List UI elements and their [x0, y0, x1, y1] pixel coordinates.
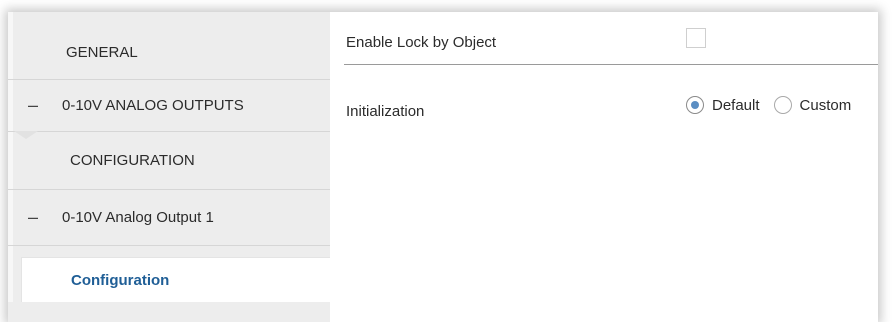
radio-default-label: Default — [712, 96, 760, 114]
initialization-label: Initialization — [346, 103, 425, 120]
radio-default[interactable] — [686, 96, 704, 114]
sidebar-item-analog-outputs[interactable]: – 0-10V ANALOG OUTPUTS — [8, 80, 330, 132]
radio-option-default[interactable]: Default — [686, 96, 760, 114]
collapse-icon[interactable]: – — [28, 207, 38, 228]
sidebar-item-label: CONFIGURATION — [70, 152, 195, 169]
screenshot-frame: GENERAL – 0-10V ANALOG OUTPUTS CONFIGURA… — [0, 0, 893, 322]
settings-panel: Enable Lock by Object Initialization Def… — [330, 12, 878, 322]
radio-option-custom[interactable]: Custom — [773, 96, 852, 114]
sidebar-item-label: Configuration — [71, 271, 170, 289]
collapse-icon[interactable]: – — [28, 95, 38, 116]
sidebar-item-label: 0-10V Analog Output 1 — [62, 209, 214, 226]
lock-by-object-checkbox[interactable] — [686, 28, 706, 48]
radio-custom-label: Custom — [799, 96, 852, 114]
lock-by-object-label: Enable Lock by Object — [346, 34, 497, 51]
sidebar-item-label: 0-10V ANALOG OUTPUTS — [62, 97, 244, 114]
tree-notch-icon — [14, 131, 38, 139]
sidebar-item-label: GENERAL — [66, 44, 138, 61]
initialization-radio-group: Default Custom — [686, 96, 865, 114]
settings-window: GENERAL – 0-10V ANALOG OUTPUTS CONFIGURA… — [8, 12, 878, 322]
sidebar-item-analog-output-1[interactable]: – 0-10V Analog Output 1 — [8, 190, 330, 246]
sidebar-item-output-configuration[interactable]: Configuration — [22, 258, 332, 302]
sidebar-item-configuration[interactable]: CONFIGURATION — [8, 131, 330, 190]
sidebar: GENERAL – 0-10V ANALOG OUTPUTS CONFIGURA… — [8, 12, 332, 322]
divider — [344, 64, 878, 65]
radio-custom[interactable] — [773, 96, 792, 114]
sidebar-filler — [8, 302, 330, 322]
sidebar-item-general[interactable]: GENERAL — [8, 26, 330, 80]
